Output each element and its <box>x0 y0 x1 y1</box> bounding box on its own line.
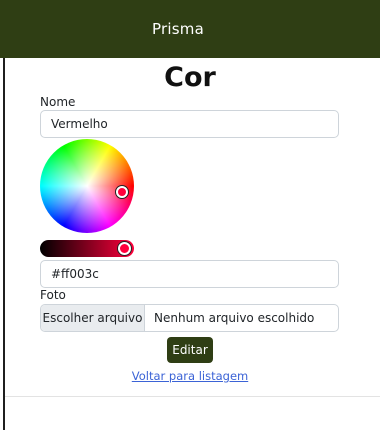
brightness-slider-handle[interactable] <box>118 242 131 255</box>
page: Prisma Cor Nome Vermelho #ff003c Foto Es… <box>0 0 380 430</box>
hex-input-value: #ff003c <box>51 267 99 281</box>
choose-file-button[interactable]: Escolher arquivo <box>41 305 145 331</box>
navbar: Prisma <box>0 0 380 58</box>
page-title: Cor <box>164 62 216 93</box>
name-input-value: Vermelho <box>51 117 108 131</box>
file-status-text: Nenhum arquivo escolhido <box>154 311 315 325</box>
hex-input[interactable]: #ff003c <box>40 260 339 288</box>
brand-name[interactable]: Prisma <box>152 20 204 38</box>
color-wheel-handle[interactable] <box>116 186 128 198</box>
name-label: Nome <box>40 95 76 109</box>
photo-label: Foto <box>40 288 66 302</box>
name-input[interactable]: Vermelho <box>40 110 339 138</box>
edit-button[interactable]: Editar <box>167 337 213 363</box>
footer-divider <box>5 396 380 397</box>
back-to-list-link[interactable]: Voltar para listagem <box>0 369 380 383</box>
photo-file-input[interactable]: Escolher arquivo Nenhum arquivo escolhid… <box>40 304 339 332</box>
